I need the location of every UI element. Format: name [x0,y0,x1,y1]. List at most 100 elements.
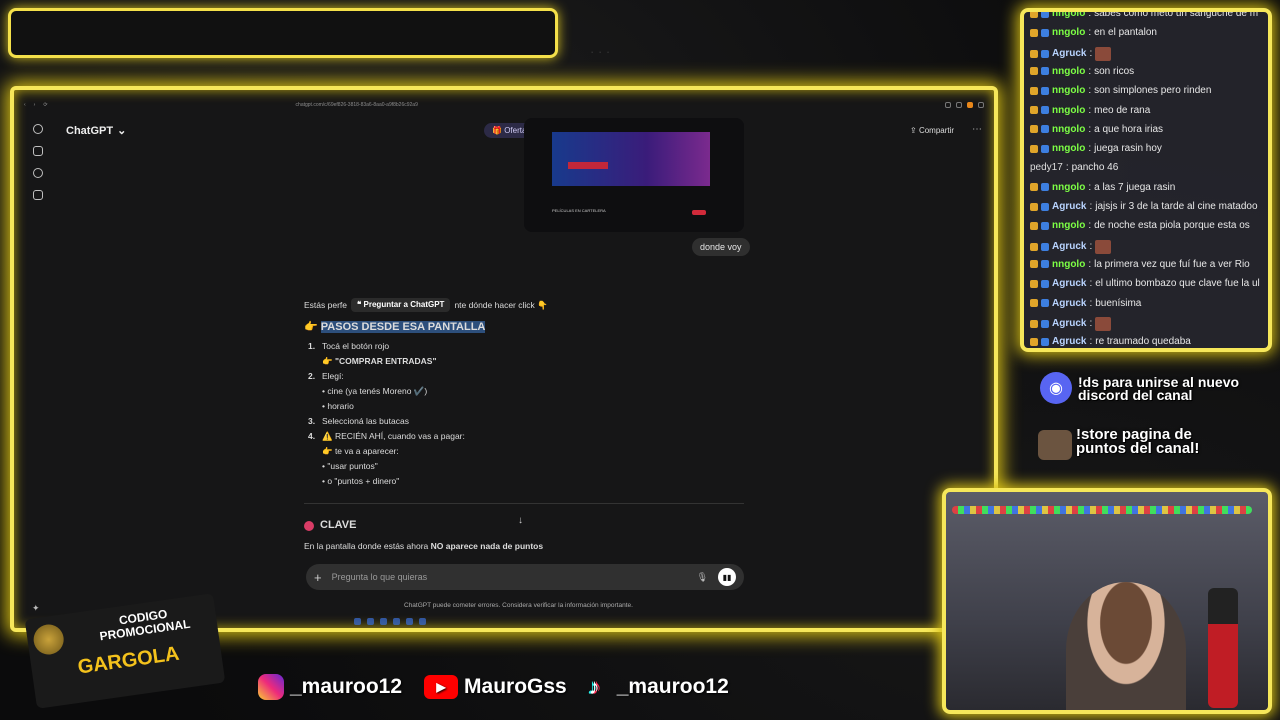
scroll-down-icon[interactable]: ↓ [518,516,523,526]
taskbar-icon[interactable] [419,618,426,625]
chat-username[interactable]: nngolo [1052,259,1085,270]
blurred-background: · · · [590,44,611,59]
step-text: 👉 "COMPRAR ENTRADAS" [322,356,437,366]
led-lights [952,506,1252,514]
buy-tickets-thumbnail [568,162,608,169]
sparkle-icon[interactable]: ✦ [32,603,40,614]
taskbar-icon[interactable] [406,618,413,625]
chat-username[interactable]: nngolo [1052,66,1085,77]
instagram-label: _mauroo12 [290,675,403,698]
chat-separator: : [1088,27,1092,39]
emote-icon [1095,46,1112,61]
taskbar-icon[interactable] [354,618,361,625]
extension-icon[interactable] [967,102,973,108]
sub-badge-icon [1030,12,1038,18]
chat-username[interactable]: nngolo [1052,105,1085,116]
social-links: _mauroo12 ▶ MauroGss ♪ _mauroo12 [258,672,729,702]
taskbar-icon[interactable] [380,618,387,625]
sub-badge-icon [1030,242,1038,251]
diamond-badge-icon [1041,319,1049,328]
share-button[interactable]: ⇪ Compartir [910,126,954,135]
chat-username[interactable]: nngolo [1052,182,1085,193]
intro-text-start: Estás perfe [304,299,347,310]
diamond-badge-icon [1041,86,1049,95]
url-bar[interactable]: chatgpt.com/c/69ef826-3818-83a6-8aa0-a9f… [296,102,418,108]
prompt-composer[interactable]: + Pregunta lo que quieras 🎙 ▮▮ [306,564,744,590]
instagram-handle: _mauroo12 [258,674,402,700]
screenshot-red-pill [692,210,706,215]
step-number: 4. [308,431,316,441]
chat-text: pancho 46 [1071,162,1119,174]
screenshot-section-label: PELÍCULAS EN CARTELERA [552,208,606,213]
more-options-icon[interactable]: ⋯ [972,124,982,135]
chat-username[interactable]: Agruck [1052,241,1086,252]
sub-badge-icon [1030,106,1038,114]
search-icon[interactable] [33,168,43,178]
chat-separator: : [1088,220,1092,232]
sub-badge-icon [1030,299,1038,307]
library-icon[interactable] [33,190,43,200]
chat-message: Agruck: [1030,316,1112,331]
chat-username[interactable]: Agruck [1052,48,1086,59]
back-icon[interactable]: ‹ [24,102,26,108]
new-chat-icon[interactable] [33,146,43,156]
taskbar-icon[interactable] [393,618,400,625]
chat-username[interactable]: nngolo [1052,220,1085,231]
reload-icon[interactable]: ⟳ [43,102,47,108]
chat-username[interactable]: nngolo [1052,85,1085,96]
chat-username[interactable]: pedy17 [1030,162,1063,173]
diamond-badge-icon [1041,242,1049,251]
chat-username[interactable]: nngolo [1052,27,1085,38]
menu-icon[interactable] [978,102,984,108]
chat-username[interactable]: Agruck [1052,278,1086,289]
step-text: Tocá el botón rojo [322,341,390,351]
voice-mode-icon[interactable]: ▮▮ [718,568,736,586]
ask-chatgpt-tooltip[interactable]: ❝ Preguntar a ChatGPT [351,298,451,312]
openai-logo-icon[interactable] [33,124,43,134]
prompt-input[interactable]: Pregunta lo que quieras [332,572,428,582]
chat-separator: : [1088,104,1092,116]
chat-message: Agruck: buenísima [1030,298,1141,309]
forward-icon[interactable]: › [34,102,36,108]
chat-separator: : [1088,258,1092,270]
chat-separator: : [1088,85,1092,97]
discord-promo: !ds para unirse al nuevo discord del can… [1078,375,1239,403]
diamond-badge-icon [1041,28,1049,37]
cinema-hero-banner [552,132,710,186]
share-icon[interactable] [956,102,962,108]
chat-username[interactable]: nngolo [1052,124,1085,135]
chat-text: son ricos [1094,65,1135,77]
chat-separator: : [1089,318,1093,330]
model-selector[interactable]: ChatGPT ⌄ [66,124,126,138]
chat-username[interactable]: Agruck [1052,336,1086,347]
microphone [1208,588,1238,708]
step-number: 2. [308,371,316,381]
step-text: • horario [322,401,354,411]
microphone-icon[interactable]: 🎙 [697,572,708,583]
plus-icon[interactable]: + [314,570,322,585]
chat-text: sabes como meto un sanguche de m [1094,8,1259,19]
chat-message: pedy17: pancho 46 [1030,162,1118,173]
diamond-badge-icon [1041,12,1049,18]
chat-username[interactable]: nngolo [1052,143,1085,154]
browser-capture: ‹ › ⟳ chatgpt.com/c/69ef826-3818-83a6-8a… [10,86,998,632]
chat-text: a que hora irias [1094,123,1164,135]
emote-icon [1095,239,1112,254]
bookmark-icon[interactable] [945,102,951,108]
discord-icon: ◉ [1040,372,1072,404]
chat-username[interactable]: Agruck [1052,318,1086,329]
extension-icons [945,102,984,108]
chat-username[interactable]: Agruck [1052,298,1086,309]
chat-text: jajsjs ir 3 de la tarde al cine matadoo [1095,201,1258,212]
step-text: • o "puntos + dinero" [322,476,400,486]
browser-toolbar: ‹ › ⟳ chatgpt.com/c/69ef826-3818-83a6-8a… [24,98,984,112]
sub-badge-icon [1030,279,1038,288]
chat-username[interactable]: nngolo [1052,12,1085,19]
chat-message: Agruck: jajsjs ir 3 de la tarde al cine m… [1030,201,1258,212]
taskbar-icon[interactable] [367,618,374,625]
clave-title: CLAVE [320,519,357,531]
clave-text-bold: NO aparece nada de puntos [430,541,544,551]
red-circle-icon [304,520,314,531]
uploaded-screenshot[interactable]: PELÍCULAS EN CARTELERA [524,118,744,232]
chat-username[interactable]: Agruck [1052,201,1086,212]
